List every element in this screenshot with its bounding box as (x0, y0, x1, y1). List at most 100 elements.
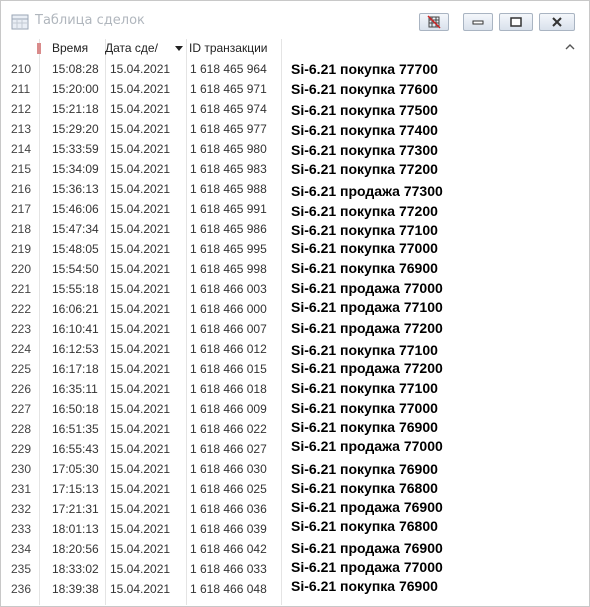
row-number: 230 (11, 462, 32, 476)
trade-date-cell: 15.04.2021 (110, 422, 171, 436)
trade-annotation: Si-6.21 покупка 76800 (291, 479, 438, 496)
table-row[interactable]: 225 16:17:18 15.04.2021 1 618 466 015 Si-6.2… (9, 359, 583, 379)
transaction-id-cell: 1 618 466 000 (190, 302, 267, 316)
transaction-id-cell: 1 618 466 048 (190, 582, 267, 596)
table-row[interactable]: 217 15:46:06 15.04.2021 1 618 465 991 Si-6.2… (9, 199, 583, 219)
trade-time-cell: 18:33:02 (52, 562, 99, 576)
trade-date-cell: 15.04.2021 (110, 442, 171, 456)
trade-time-cell: 16:17:18 (52, 362, 99, 376)
trade-time-cell: 18:20:56 (52, 542, 99, 556)
trade-time-cell: 16:35:11 (52, 382, 98, 396)
trade-annotation: Si-6.21 продажа 77300 (291, 182, 443, 199)
table-row[interactable]: 227 16:50:18 15.04.2021 1 618 466 009 Si-6.2… (9, 399, 583, 419)
trade-time-cell: 15:08:28 (52, 62, 99, 76)
trade-time-cell: 17:21:31 (52, 502, 99, 516)
table-row[interactable]: 210 15:08:28 15.04.2021 1 618 465 964 Si-6.2… (9, 59, 583, 79)
table-row[interactable]: 214 15:33:59 15.04.2021 1 618 465 980 Si-6.2… (9, 139, 583, 159)
column-grip-icon[interactable] (37, 43, 41, 54)
trade-annotation: Si-6.21 продажа 77000 (291, 438, 443, 454)
minimize-button[interactable] (463, 13, 493, 31)
column-header-time[interactable]: Время (52, 41, 88, 55)
row-number: 234 (11, 542, 32, 556)
table-settings-button[interactable] (419, 13, 449, 31)
row-number: 226 (11, 382, 32, 396)
transaction-id-cell: 1 618 466 025 (190, 482, 267, 496)
row-number: 211 (11, 82, 31, 96)
transaction-id-cell: 1 618 465 983 (190, 162, 267, 176)
trade-date-cell: 15.04.2021 (110, 162, 171, 176)
trades-window: Таблица сделок Время Дата сде/ ID транза… (0, 0, 590, 607)
scroll-up-arrow-icon[interactable] (564, 42, 576, 52)
table-row[interactable]: 234 18:20:56 15.04.2021 1 618 466 042 Si-6.2… (9, 539, 583, 559)
table-row[interactable]: 232 17:21:31 15.04.2021 1 618 466 036 Si-6.2… (9, 499, 583, 519)
table-row[interactable]: 235 18:33:02 15.04.2021 1 618 466 033 Si-6.2… (9, 559, 583, 579)
table-row[interactable]: 213 15:29:20 15.04.2021 1 618 465 977 Si-6.2… (9, 119, 583, 139)
table-row[interactable]: 233 18:01:13 15.04.2021 1 618 466 039 Si-6.2… (9, 518, 583, 539)
row-number: 218 (11, 222, 32, 236)
trade-annotation: Si-6.21 покупка 76800 (291, 518, 438, 534)
table-header: Время Дата сде/ ID транзакции (9, 39, 583, 58)
trade-annotation: Si-6.21 продажа 76900 (291, 540, 443, 557)
table-row[interactable]: 228 16:51:35 15.04.2021 1 618 466 022 Si-6.2… (9, 419, 583, 439)
table-row[interactable]: 226 16:35:11 15.04.2021 1 618 466 018 Si-6.2… (9, 379, 583, 399)
row-number: 214 (11, 142, 32, 156)
table-row[interactable]: 219 15:48:05 15.04.2021 1 618 465 995 Si-6.2… (9, 239, 583, 259)
transaction-id-cell: 1 618 466 022 (190, 422, 267, 436)
table-row[interactable]: 229 16:55:43 15.04.2021 1 618 466 027 Si-6.2… (9, 438, 583, 459)
maximize-button[interactable] (499, 13, 533, 31)
trade-annotation: Si-6.21 покупка 77200 (291, 202, 438, 219)
transaction-id-cell: 1 618 466 007 (190, 322, 267, 336)
row-number: 219 (11, 242, 32, 256)
trade-annotation: Si-6.21 продажа 77200 (291, 319, 443, 336)
trade-annotation: Si-6.21 продажа 77200 (291, 360, 443, 377)
row-number: 216 (11, 182, 32, 196)
trade-annotation: Si-6.21 покупка 77600 (291, 81, 438, 97)
trade-time-cell: 15:29:20 (52, 122, 99, 136)
trade-annotation: Si-6.21 покупка 76900 (291, 260, 438, 277)
trade-date-cell: 15.04.2021 (110, 122, 171, 136)
trade-date-cell: 15.04.2021 (110, 562, 171, 576)
trade-time-cell: 16:51:35 (52, 422, 99, 436)
column-header-id[interactable]: ID транзакции (189, 41, 268, 55)
transaction-id-cell: 1 618 465 964 (190, 62, 267, 76)
table-row[interactable]: 222 16:06:21 15.04.2021 1 618 466 000 Si-6.2… (9, 299, 583, 319)
trade-date-cell: 15.04.2021 (110, 462, 171, 476)
close-icon (552, 17, 562, 27)
column-header-date[interactable]: Дата сде/ (105, 41, 158, 55)
table-row[interactable]: 230 17:05:30 15.04.2021 1 618 466 030 Si-6.2… (9, 459, 583, 479)
table-row[interactable]: 220 15:54:50 15.04.2021 1 618 465 998 Si-6.2… (9, 259, 583, 279)
row-number: 228 (11, 422, 32, 436)
trade-date-cell: 15.04.2021 (110, 522, 171, 536)
trade-time-cell: 15:21:18 (52, 102, 99, 116)
close-button[interactable] (539, 13, 575, 31)
title-bar[interactable]: Таблица сделок (1, 1, 589, 37)
table-row[interactable]: 221 15:55:18 15.04.2021 1 618 466 003 Si-6.2… (9, 279, 583, 299)
row-number: 225 (11, 362, 32, 376)
trade-annotation: Si-6.21 покупка 77100 (291, 341, 438, 358)
table-row[interactable]: 224 16:12:53 15.04.2021 1 618 466 012 Si-6.2… (9, 339, 583, 359)
trade-annotation: Si-6.21 продажа 77000 (291, 559, 443, 576)
trade-annotation: Si-6.21 покупка 77700 (291, 61, 438, 77)
table-row[interactable]: 215 15:34:09 15.04.2021 1 618 465 983 Si-6.2… (9, 159, 583, 179)
row-number: 217 (11, 202, 32, 216)
transaction-id-cell: 1 618 466 009 (190, 402, 267, 416)
trade-annotation: Si-6.21 покупка 77000 (291, 399, 438, 416)
trade-annotation: Si-6.21 покупка 77100 (291, 380, 438, 397)
trade-time-cell: 15:48:05 (52, 242, 99, 256)
table-row[interactable]: 223 16:10:41 15.04.2021 1 618 466 007 Si-6.2… (9, 319, 583, 339)
transaction-id-cell: 1 618 465 995 (190, 242, 267, 256)
table-row[interactable]: 231 17:15:13 15.04.2021 1 618 466 025 Si-6.2… (9, 479, 583, 499)
trades-table[interactable]: Время Дата сде/ ID транзакции 210 15:08:2… (9, 39, 583, 605)
table-row[interactable]: 216 15:36:13 15.04.2021 1 618 465 988 Si-6.2… (9, 179, 583, 199)
table-row[interactable]: 218 15:47:34 15.04.2021 1 618 465 986 Si-6.2… (9, 219, 583, 239)
trade-date-cell: 15.04.2021 (110, 202, 171, 216)
table-row[interactable]: 212 15:21:18 15.04.2021 1 618 465 974 Si-6.2… (9, 99, 583, 119)
trade-date-cell: 15.04.2021 (110, 142, 171, 156)
transaction-id-cell: 1 618 466 018 (190, 382, 267, 396)
trade-annotation: Si-6.21 покупка 77000 (291, 240, 438, 257)
trade-time-cell: 18:01:13 (52, 522, 99, 536)
trade-annotation: Si-6.21 покупка 76900 (291, 419, 438, 436)
row-number: 210 (11, 62, 32, 76)
table-row[interactable]: 236 18:39:38 15.04.2021 1 618 466 048 Si-6.2… (9, 578, 583, 599)
table-row[interactable]: 211 15:20:00 15.04.2021 1 618 465 971 Si-6.2… (9, 79, 583, 99)
